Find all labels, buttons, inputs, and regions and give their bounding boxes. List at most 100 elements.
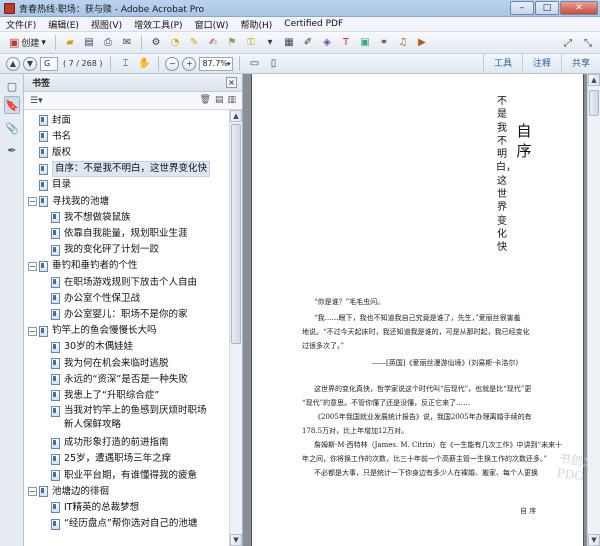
bookmarks-panel: 书签 × ☰▾ 🗑 ▤ ▥ 封面 书名 版权 自序：不是我不明白，这世界变化快 目录 − 寻… bbox=[24, 74, 243, 546]
bookmark-item[interactable]: 版权 bbox=[28, 144, 71, 161]
bookmark-item[interactable]: IT精英的总裁梦想 bbox=[40, 499, 139, 516]
signatures-icon[interactable]: ✒ bbox=[4, 142, 20, 160]
bookmark-item[interactable]: − 寻找我的池塘 bbox=[28, 193, 109, 210]
bookmark-icon bbox=[39, 325, 48, 337]
bookmark-item[interactable]: 办公室婴儿：职场不是你的家 bbox=[40, 306, 188, 323]
scroll-down-icon[interactable]: ▼ bbox=[588, 534, 600, 546]
scroll-thumb[interactable] bbox=[231, 124, 241, 344]
bookmark-item[interactable]: 30岁的木偶娃娃 bbox=[40, 339, 133, 356]
sign-icon[interactable]: ⚑ bbox=[224, 35, 240, 51]
bookmark-item[interactable]: − 池塘边的徘徊 bbox=[28, 483, 109, 500]
bookmark-label: 依靠自我能量，规划职业生涯 bbox=[64, 227, 188, 239]
collapse-toggle-icon[interactable]: − bbox=[28, 326, 37, 336]
scroll-down-icon[interactable]: ▼ bbox=[230, 534, 242, 546]
collapse-icon[interactable]: ⤡ bbox=[580, 35, 596, 51]
bookmarks-toolbar: ☰▾ 🗑 ▤ ▥ bbox=[24, 92, 242, 110]
bookmark-item[interactable]: 目录 bbox=[28, 177, 71, 194]
stamp-icon[interactable]: ✍ bbox=[205, 35, 221, 51]
collapse-toggle-icon[interactable]: − bbox=[28, 487, 37, 497]
select-tool-icon[interactable]: ⌶ bbox=[117, 56, 133, 72]
comment-icon[interactable]: ◔ bbox=[167, 35, 183, 51]
next-page-button[interactable]: ▼ bbox=[23, 56, 37, 71]
bookmark-item[interactable]: 依靠自我能量，规划职业生涯 bbox=[40, 225, 188, 242]
page-thumbnails-icon[interactable]: ▢ bbox=[4, 78, 20, 96]
hand-tool-icon[interactable]: ✋ bbox=[136, 56, 152, 72]
form-icon[interactable]: ▦ bbox=[281, 35, 297, 51]
text-line: “现代”的意思。不管你懂了还是没懂，反正它来了…… bbox=[302, 399, 471, 407]
collapse-toggle-icon[interactable]: − bbox=[28, 197, 37, 206]
document-area: 不是我不明白，这世界变化快 自序 “你是谁？”毛毛虫问。 “我……眼下，我也不知… bbox=[243, 74, 600, 546]
scroll-thumb[interactable] bbox=[589, 90, 599, 116]
bookmark-item[interactable]: 我患上了“升职综合症” bbox=[40, 387, 159, 404]
audio-icon[interactable]: ♫ bbox=[395, 35, 411, 51]
menu-window[interactable]: 窗口(W) bbox=[195, 18, 229, 31]
video-icon[interactable]: ▶ bbox=[414, 35, 430, 51]
bookmark-item[interactable]: 我为何在机会来临时逃脱 bbox=[40, 355, 169, 372]
menu-file[interactable]: 文件(F) bbox=[6, 18, 36, 31]
menu-help[interactable]: 帮助(H) bbox=[240, 18, 272, 31]
edit-icon[interactable]: ✐ bbox=[300, 35, 316, 51]
bookmark-item[interactable]: 自序：不是我不明白，这世界变化快 bbox=[28, 161, 211, 178]
scroll-up-icon[interactable]: ▲ bbox=[230, 110, 242, 122]
email-icon[interactable]: ✉ bbox=[119, 35, 135, 51]
bookmark-label: 钓竿上的鱼会慢慢长大吗 bbox=[52, 325, 157, 337]
previous-page-button[interactable]: ▲ bbox=[6, 56, 20, 71]
bookmark-item[interactable]: 我的变化砰了计划一跤 bbox=[40, 242, 159, 259]
highlight-icon[interactable]: ✎ bbox=[186, 35, 202, 51]
close-button[interactable]: ✕ bbox=[560, 1, 598, 15]
minimize-button[interactable]: – bbox=[510, 1, 534, 15]
fit-page-icon[interactable]: ▭ bbox=[246, 56, 262, 72]
gear-icon[interactable]: ⚙ bbox=[148, 35, 164, 51]
bookmark-item[interactable]: 在职场游戏规则下放击个人自由 bbox=[40, 274, 197, 291]
link-icon[interactable]: ⚭ bbox=[376, 35, 392, 51]
close-panel-button[interactable]: × bbox=[226, 77, 237, 88]
menu-view[interactable]: 视图(V) bbox=[91, 18, 122, 31]
document-scrollbar[interactable]: ▲ ▼ bbox=[587, 74, 600, 546]
create-button[interactable]: ▣ 创建 ▾ bbox=[6, 35, 49, 51]
chevron-down-icon[interactable]: ▾ bbox=[262, 35, 278, 51]
bookmark-item[interactable]: 永远的“资深”是否是一种失败 bbox=[40, 371, 188, 388]
bookmark-item[interactable]: 25岁，遭遇职场三年之痒 bbox=[40, 451, 171, 468]
share-button[interactable]: 共享 bbox=[560, 54, 600, 74]
expand-icon[interactable]: ⤢ bbox=[560, 35, 576, 51]
bookmark-item[interactable]: 办公室个性保卫战 bbox=[40, 290, 140, 307]
new-bookmark-icon[interactable]: ▤ bbox=[215, 95, 224, 105]
menu-plugins[interactable]: 增效工具(P) bbox=[134, 18, 182, 31]
bookmark-item[interactable]: 书名 bbox=[28, 128, 71, 145]
text-icon[interactable]: T bbox=[338, 35, 354, 51]
bookmark-item[interactable]: 当我对钓竿上的鱼感到厌烦时职场新人保鲜攻略 bbox=[40, 404, 214, 434]
bookmark-item[interactable]: − 垂钓和垂钓者的个性 bbox=[28, 258, 138, 275]
tools-button[interactable]: 工具 bbox=[482, 54, 522, 74]
bookmark-item[interactable]: 封面 bbox=[28, 112, 71, 129]
bookmarks-icon[interactable]: 🔖 bbox=[4, 96, 20, 114]
zoom-out-button[interactable]: − bbox=[165, 56, 180, 71]
collapse-toggle-icon[interactable]: − bbox=[28, 261, 37, 271]
comment-button[interactable]: 注释 bbox=[521, 54, 561, 74]
menu-certified-pdf[interactable]: Certified PDF bbox=[284, 19, 343, 29]
image-icon[interactable]: ▣ bbox=[357, 35, 373, 51]
multimedia-icon[interactable]: ◈ bbox=[319, 35, 335, 51]
bookmark-item[interactable]: 我不想做袋鼠族 bbox=[40, 209, 131, 226]
menu-edit[interactable]: 编辑(E) bbox=[48, 18, 79, 31]
maximize-button[interactable]: □ bbox=[535, 1, 559, 15]
attachments-icon[interactable]: 📎 bbox=[4, 120, 20, 138]
zoom-in-button[interactable]: + bbox=[182, 56, 197, 71]
bookmark-label: 职业平台期，有谁懂得我的疲惫 bbox=[64, 469, 198, 481]
zoom-select[interactable]: 87.7% bbox=[199, 56, 234, 71]
secure-icon[interactable]: ⚿ bbox=[243, 35, 259, 51]
options-icon[interactable]: ☰▾ bbox=[30, 96, 43, 106]
open-icon[interactable]: ▰ bbox=[62, 35, 78, 51]
scroll-up-icon[interactable]: ▲ bbox=[588, 74, 600, 86]
bookmark-item[interactable]: 职业平台期，有谁懂得我的疲惫 bbox=[40, 467, 197, 484]
expand-bookmark-icon[interactable]: ▥ bbox=[227, 95, 236, 105]
bookmark-item[interactable]: “经历盘点”帮你选对自己的池塘 bbox=[40, 516, 197, 533]
fit-width-icon[interactable]: ▯ bbox=[265, 56, 281, 72]
save-icon[interactable]: ▤ bbox=[81, 35, 97, 51]
bookmark-item[interactable]: − 钓竿上的鱼会慢慢长大吗 bbox=[28, 323, 157, 340]
page-number-input[interactable]: G bbox=[40, 56, 58, 71]
print-icon[interactable]: ⎙ bbox=[100, 35, 116, 51]
bookmark-item[interactable]: 成功形象打造的前进指南 bbox=[40, 435, 169, 452]
bookmark-icon bbox=[51, 358, 60, 369]
delete-icon[interactable]: 🗑 bbox=[200, 95, 211, 105]
bookmarks-scrollbar[interactable]: ▲ ▼ bbox=[229, 110, 242, 546]
